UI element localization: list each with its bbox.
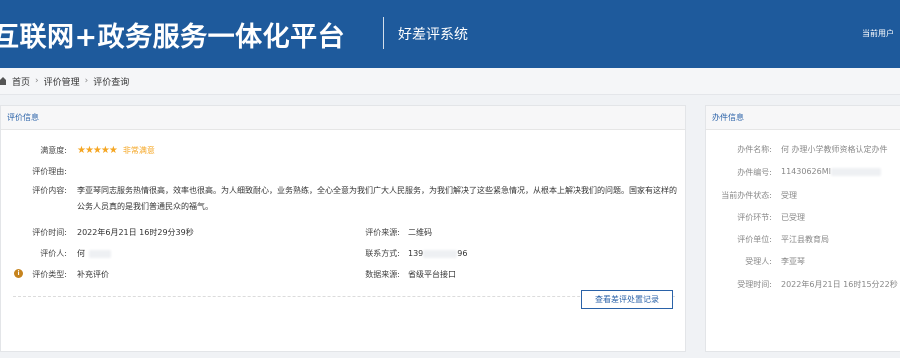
view-bad-review-records-button[interactable]: 查看差评处置记录 — [581, 290, 673, 309]
evaluator-value: 何 — [77, 248, 111, 260]
source-label: 评价来源: — [365, 228, 400, 237]
type-label: 评价类型: — [32, 270, 67, 279]
current-user[interactable]: 当前用户 — [862, 28, 894, 39]
accept-time-value: 2022年6月21日 16时15分22秒 — [781, 280, 898, 289]
breadcrumb: 首页 › 评价管理 › 评价查询 — [0, 68, 900, 95]
satisfaction-label: 满意度: — [40, 146, 67, 155]
case-number-label: 办件编号: — [737, 168, 772, 177]
breadcrumb-separator-icon: › — [84, 76, 89, 86]
contact-value: 139 96 — [408, 249, 468, 258]
case-status-label: 当前办件状态: — [721, 191, 772, 200]
dashed-divider — [13, 296, 675, 297]
satisfaction-text: 非常满意 — [122, 146, 155, 155]
evaluation-info-title: 评价信息 — [1, 106, 685, 130]
satisfaction-row: 满意度: ★★★★★ 非常满意 — [0, 145, 300, 157]
eval-unit-value: 平江县教育局 — [781, 235, 829, 244]
case-status-value: 受理 — [781, 191, 797, 200]
star-rating-icon: ★★★★★ — [77, 145, 118, 156]
source-value: 二维码 — [408, 228, 432, 237]
satisfaction-value: ★★★★★ 非常满意 — [77, 145, 155, 157]
reason-label: 评价理由: — [32, 167, 67, 176]
accept-time-label: 受理时间: — [737, 280, 772, 289]
time-value: 2022年6月21日 16时29分39秒 — [77, 228, 194, 237]
header-divider — [383, 17, 384, 49]
case-number-value: 11430626MI — [781, 167, 881, 176]
case-info-title: 办件信息 — [706, 106, 900, 130]
top-header: 互联网+政务服务一体化平台 好差评系统 当前用户 — [0, 0, 900, 68]
content-label: 评价内容: — [32, 186, 67, 195]
system-subtitle: 好差评系统 — [398, 27, 468, 43]
breadcrumb-separator-icon: › — [35, 76, 39, 86]
evaluator-label: 评价人: — [40, 249, 67, 258]
eval-stage-label: 评价环节: — [737, 213, 772, 222]
type-value: 补充评价 — [77, 270, 109, 279]
data-source-value: 省级平台接口 — [408, 270, 456, 279]
case-name-value: 何 办理小学教师资格认定办件 — [781, 145, 888, 154]
breadcrumb-eval-query: 评价查询 — [93, 77, 130, 88]
acceptor-label: 受理人: — [745, 257, 772, 266]
acceptor-value: 李亚琴 — [781, 257, 805, 266]
eval-stage-value: 已受理 — [781, 213, 805, 222]
case-name-label: 办件名称: — [737, 145, 772, 154]
breadcrumb-home[interactable]: 首页 — [12, 75, 30, 88]
data-source-label: 数据来源: — [365, 270, 400, 279]
eval-unit-label: 评价单位: — [737, 235, 772, 244]
home-icon — [0, 77, 6, 85]
contact-label: 联系方式: — [365, 249, 400, 258]
time-label: 评价时间: — [32, 228, 67, 237]
content-text: 李亚琴同志服务热情很高，效率也很高。为人细致耐心，业务熟练，全心全意为我们广大人… — [77, 186, 677, 211]
case-info-panel: 办件信息 — [705, 105, 900, 352]
breadcrumb-eval-manage[interactable]: 评价管理 — [44, 75, 80, 88]
platform-title: 互联网+政务服务一体化平台 — [0, 22, 346, 53]
